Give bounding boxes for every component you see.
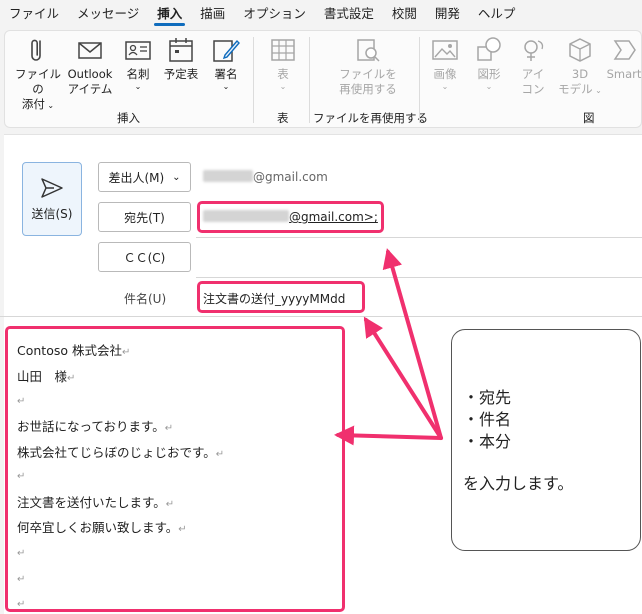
callout-line: を入力します。	[463, 474, 574, 493]
instruction-callout: ・宛先 ・件名 ・本分 を入力します。	[451, 329, 641, 551]
callout-line: ・宛先	[463, 388, 512, 407]
callout-line: ・件名	[463, 410, 512, 429]
arrow-to-recipient	[382, 248, 443, 440]
arrow-to-body	[334, 425, 443, 446]
callout-line: ・本分	[463, 432, 512, 451]
arrow-to-subject	[363, 316, 443, 440]
